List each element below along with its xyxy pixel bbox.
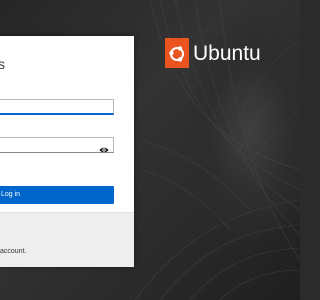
login-button[interactable]: Log in [0,186,114,204]
password-field[interactable] [0,137,114,153]
login-panel: s Log in account. [0,36,134,267]
eye-icon[interactable] [99,141,109,153]
footer-text: account. [0,248,27,255]
login-footer: account. [0,212,134,267]
username-field[interactable] [0,99,114,115]
login-form: s Log in [0,36,134,212]
circle-of-friends-icon [165,38,189,68]
brand-name: Ubuntu [193,42,261,65]
login-title: s [0,56,5,72]
